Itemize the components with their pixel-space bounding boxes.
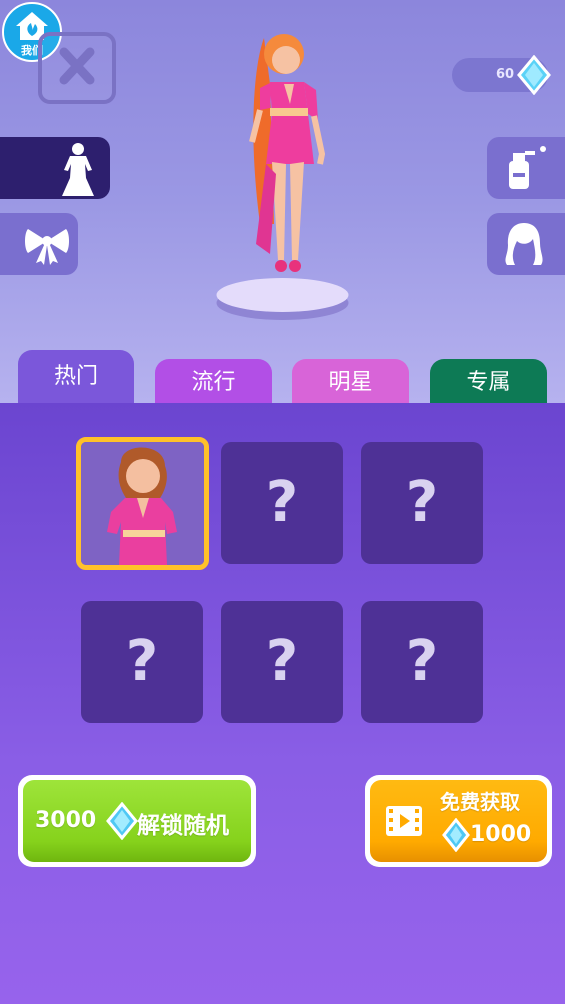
diamond-icon	[517, 55, 551, 95]
video-icon	[386, 806, 422, 836]
question-mark-icon: ?	[405, 470, 439, 535]
character-thumbnail	[81, 442, 204, 565]
item-tile-locked[interactable]: ?	[221, 601, 343, 723]
free-amount: 1000	[470, 822, 532, 847]
item-tile-locked[interactable]: ?	[81, 601, 203, 723]
tab-trend[interactable]: 流行	[155, 359, 272, 407]
close-button[interactable]	[38, 32, 116, 104]
item-tile-locked[interactable]: ?	[361, 601, 483, 723]
item-tile-locked[interactable]: ?	[221, 442, 343, 564]
gem-count: 60	[496, 67, 515, 82]
close-icon	[59, 47, 95, 85]
dress-silhouette-icon	[62, 143, 94, 196]
gem-counter: 60	[452, 55, 551, 95]
bow-icon	[25, 229, 69, 265]
side-button-outfit[interactable]	[0, 137, 110, 199]
item-tile-locked[interactable]: ?	[361, 442, 483, 564]
unlock-random-button[interactable]: 3000 解锁随机	[18, 775, 256, 867]
side-button-accessory[interactable]	[0, 213, 78, 275]
spray-bottle-icon	[509, 146, 546, 189]
unlock-label: 解锁随机	[137, 813, 229, 839]
character-model	[249, 34, 326, 272]
hair-icon	[505, 223, 543, 265]
diamond-icon	[106, 802, 138, 840]
question-mark-icon: ?	[265, 629, 299, 694]
tab-label: 明星	[328, 370, 373, 395]
character-stage: 我们 60	[0, 0, 565, 403]
tab-exclusive[interactable]: 专属	[430, 359, 547, 407]
free-gems-button[interactable]: 免费获取 1000	[365, 775, 552, 867]
question-mark-icon: ?	[265, 470, 299, 535]
tab-star[interactable]: 明星	[292, 359, 409, 407]
free-title: 免费获取	[440, 790, 520, 814]
unlock-cost: 3000	[35, 808, 97, 833]
tab-label: 热门	[53, 364, 98, 389]
question-mark-icon: ?	[405, 629, 439, 694]
diamond-icon	[442, 818, 470, 852]
question-mark-icon: ?	[125, 629, 159, 694]
tab-label: 专属	[466, 370, 511, 395]
tab-label: 流行	[191, 370, 236, 395]
item-tile-selected[interactable]	[76, 437, 209, 570]
tab-hot[interactable]: 热门	[18, 350, 134, 406]
side-button-makeup[interactable]	[487, 137, 565, 199]
side-button-hair[interactable]	[487, 213, 565, 275]
